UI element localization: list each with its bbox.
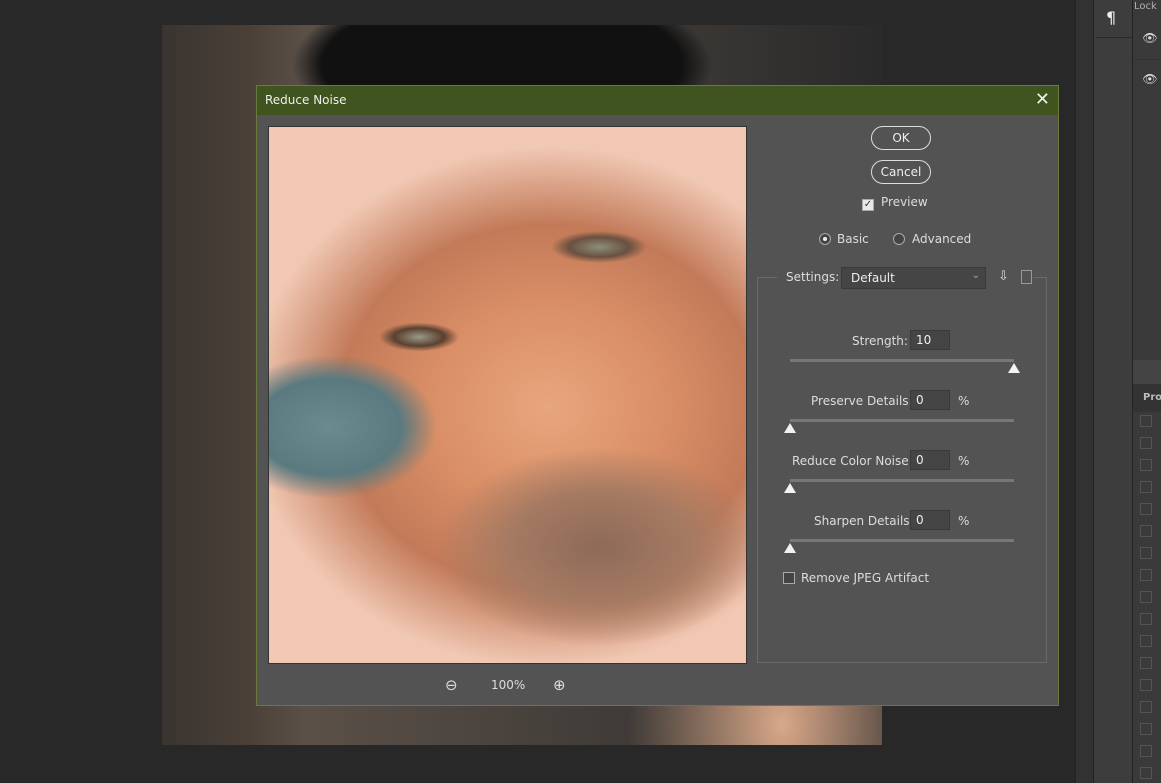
percent-label: %: [958, 394, 970, 408]
property-checkbox[interactable]: [1140, 657, 1152, 669]
property-checkbox[interactable]: [1140, 459, 1152, 471]
property-checkbox[interactable]: [1140, 415, 1152, 427]
reduce-color-noise-label: Reduce Color Noise:: [792, 454, 913, 468]
percent-label: %: [958, 514, 970, 528]
percent-label: %: [958, 454, 970, 468]
property-checkbox[interactable]: [1140, 679, 1152, 691]
basic-radio[interactable]: [819, 233, 831, 245]
panel-divider: [1075, 0, 1093, 783]
cancel-button[interactable]: Cancel: [871, 160, 931, 184]
settings-dropdown[interactable]: Default ⌄: [841, 267, 986, 289]
delete-trash-icon[interactable]: [1021, 270, 1032, 284]
preview-label: Preview: [881, 195, 928, 209]
property-checkbox[interactable]: [1140, 547, 1152, 559]
reduce-noise-dialog: Reduce Noise ✕ ⊖ 100% ⊕ OK Cancel ✓ Prev…: [256, 85, 1059, 706]
save-settings-icon[interactable]: ⇩: [998, 269, 1009, 284]
zoom-out-icon[interactable]: ⊖: [445, 676, 458, 694]
sharpen-details-label: Sharpen Details:: [814, 514, 914, 528]
property-checkbox[interactable]: [1140, 723, 1152, 735]
reduce-color-noise-slider-track[interactable]: [790, 479, 1014, 482]
properties-tab[interactable]: Pro: [1133, 384, 1161, 412]
property-checkbox[interactable]: [1140, 437, 1152, 449]
strength-label: Strength:: [852, 334, 908, 348]
property-checkbox[interactable]: [1140, 481, 1152, 493]
advanced-radio[interactable]: [893, 233, 905, 245]
property-checkbox[interactable]: [1140, 635, 1152, 647]
preserve-details-label: Preserve Details:: [811, 394, 913, 408]
strength-slider-track[interactable]: [790, 359, 1014, 362]
preserve-details-input[interactable]: 0: [910, 390, 950, 410]
sharpen-details-slider-track[interactable]: [790, 539, 1014, 542]
zoom-in-icon[interactable]: ⊕: [553, 676, 566, 694]
property-checkbox[interactable]: [1140, 701, 1152, 713]
property-checkbox[interactable]: [1140, 767, 1152, 779]
property-checkbox[interactable]: [1140, 591, 1152, 603]
sharpen-details-input[interactable]: 0: [910, 510, 950, 530]
preserve-details-slider-thumb[interactable]: [784, 423, 796, 433]
advanced-label: Advanced: [912, 232, 972, 246]
preserve-details-slider-track[interactable]: [790, 419, 1014, 422]
lock-label: Lock: [1134, 1, 1157, 12]
visibility-eye-icon[interactable]: 👁: [1142, 31, 1158, 45]
preview-image[interactable]: [268, 126, 747, 664]
zoom-level: 100%: [491, 678, 526, 692]
property-checkbox[interactable]: [1140, 613, 1152, 625]
dialog-titlebar[interactable]: Reduce Noise ✕: [257, 86, 1058, 115]
visibility-eye-icon[interactable]: 👁: [1142, 72, 1158, 86]
remove-jpeg-artifact-checkbox[interactable]: [783, 572, 795, 587]
ok-button[interactable]: OK: [871, 126, 931, 150]
strength-slider-thumb[interactable]: [1008, 363, 1020, 373]
property-checkbox[interactable]: [1140, 503, 1152, 515]
sharpen-details-slider-thumb[interactable]: [784, 543, 796, 553]
collapsed-panel-dock: ¶: [1093, 0, 1133, 783]
property-checkbox[interactable]: [1140, 525, 1152, 537]
property-checkbox[interactable]: [1140, 745, 1152, 757]
chevron-down-icon: ⌄: [971, 270, 980, 281]
property-checkbox[interactable]: [1140, 569, 1152, 581]
remove-jpeg-artifact-label: Remove JPEG Artifact: [801, 571, 930, 585]
reduce-color-noise-slider-thumb[interactable]: [784, 483, 796, 493]
settings-label: Settings:: [786, 270, 840, 284]
settings-value: Default: [851, 271, 895, 285]
close-icon[interactable]: ✕: [1035, 89, 1050, 110]
divider: [1096, 37, 1132, 38]
reduce-color-noise-input[interactable]: 0: [910, 450, 950, 470]
dialog-title: Reduce Noise: [265, 93, 347, 107]
strength-input[interactable]: 10: [910, 330, 950, 350]
paragraph-icon[interactable]: ¶: [1106, 8, 1116, 27]
basic-label: Basic: [837, 232, 869, 246]
preview-checkbox[interactable]: ✓: [862, 196, 874, 211]
